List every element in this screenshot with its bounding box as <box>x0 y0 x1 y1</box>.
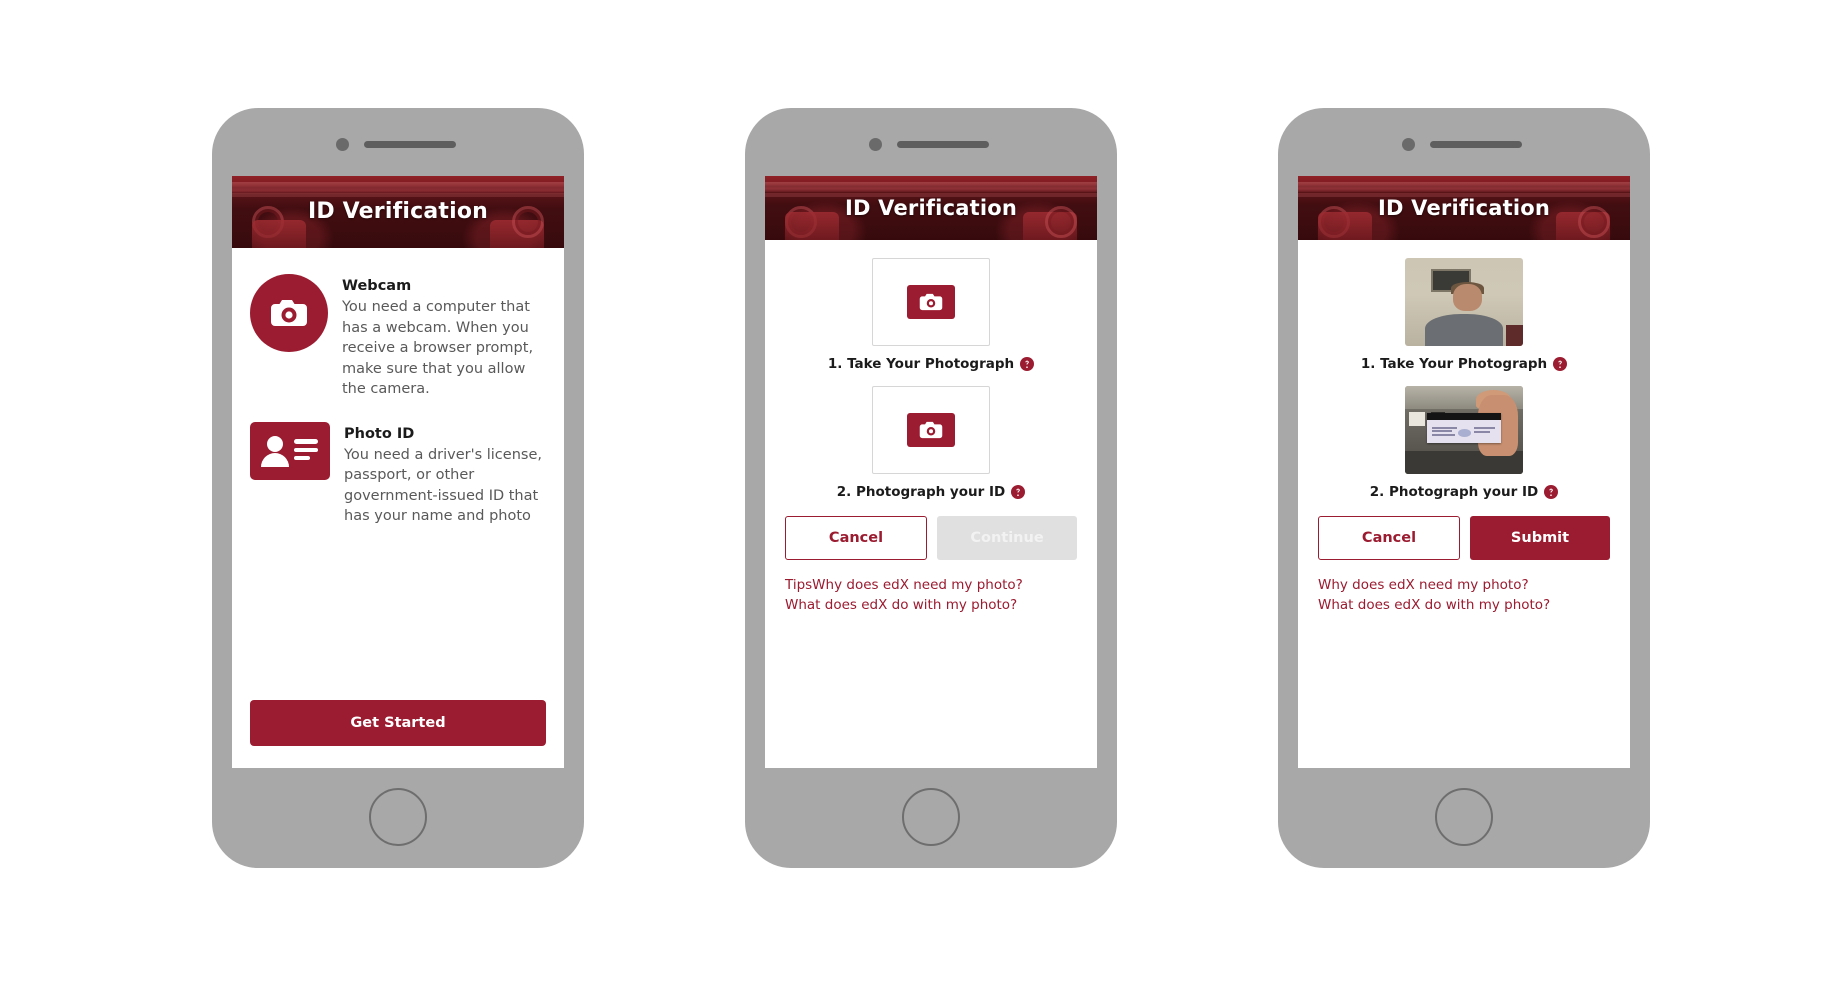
app-header-banner: ID Verification <box>232 176 564 248</box>
capture-step-label: 2. Photograph your ID <box>836 484 1006 500</box>
capture-step-label-row: 2. Photograph your ID <box>783 484 1079 500</box>
help-links: TipsWhy does edX need my photo? What doe… <box>783 576 1079 615</box>
card-text-line <box>1474 427 1495 430</box>
link-what-edx-does-with-photo[interactable]: What does edX do with my photo? <box>1318 596 1612 616</box>
earpiece-speaker-icon <box>364 141 456 148</box>
cancel-button[interactable]: Cancel <box>1318 516 1460 560</box>
requirement-title: Photo ID <box>344 425 415 442</box>
phone-mockup-intro: ID Verification Webcam You need a comput… <box>212 108 584 868</box>
phone-mockup-capture-empty: ID Verification 1. Take Your Photograph … <box>745 108 1117 868</box>
photograph-id-preview[interactable] <box>1405 386 1523 474</box>
card-text-line <box>1431 433 1456 436</box>
front-camera-icon <box>1402 138 1415 151</box>
window-decoration <box>1408 412 1426 427</box>
take-photograph-preview[interactable] <box>1405 258 1523 346</box>
capture-step-label-row: 1. Take Your Photograph <box>1316 356 1612 372</box>
link-why-edx-needs-photo[interactable]: Why does edX need my photo? <box>1318 576 1612 596</box>
earpiece-speaker-icon <box>897 141 989 148</box>
photograph-id-capture-area[interactable] <box>872 386 990 474</box>
front-camera-icon <box>336 138 349 151</box>
camera-icon <box>907 413 955 447</box>
page-title: ID Verification <box>1377 196 1551 220</box>
person-torso-decoration <box>1425 314 1503 346</box>
link-why-edx-needs-photo[interactable]: TipsWhy does edX need my photo? <box>785 576 1079 596</box>
drivers-license-decoration <box>1427 413 1501 444</box>
screen-capture-filled: ID Verification 1. Take Your Photograph … <box>1298 176 1630 768</box>
cancel-button[interactable]: Cancel <box>785 516 927 560</box>
capture-step-photograph: 1. Take Your Photograph <box>1316 258 1612 372</box>
camera-icon <box>250 274 328 352</box>
page-title: ID Verification <box>844 196 1018 220</box>
capture-step-label: 2. Photograph your ID <box>1369 484 1539 500</box>
help-icon[interactable] <box>1020 357 1035 371</box>
requirement-photo-id-text: Photo ID You need a driver's license, pa… <box>344 422 546 527</box>
continue-button[interactable]: Continue <box>937 516 1077 560</box>
capture-step-label: 1. Take Your Photograph <box>827 356 1015 372</box>
camera-icon <box>907 285 955 319</box>
requirement-description: You need a computer that has a webcam. W… <box>342 299 534 397</box>
card-seal-decoration <box>1458 429 1472 438</box>
page-title: ID Verification <box>307 199 489 224</box>
screen-capture-empty: ID Verification 1. Take Your Photograph … <box>765 176 1097 768</box>
requirement-webcam-text: Webcam You need a computer that has a we… <box>342 274 546 400</box>
app-header-banner: ID Verification <box>765 176 1097 240</box>
capture-step-id: 2. Photograph your ID <box>783 386 1079 500</box>
take-photograph-capture-area[interactable] <box>872 258 990 346</box>
capture-step-photograph: 1. Take Your Photograph <box>783 258 1079 372</box>
help-icon[interactable] <box>1553 357 1568 371</box>
id-card-photo <box>1405 386 1523 474</box>
link-what-edx-does-with-photo[interactable]: What does edX do with my photo? <box>785 596 1079 616</box>
card-text-line <box>1431 430 1453 433</box>
front-camera-icon <box>869 138 882 151</box>
person-head-decoration <box>1453 284 1482 311</box>
requirement-photo-id: Photo ID You need a driver's license, pa… <box>250 421 546 527</box>
capture-step-label: 1. Take Your Photograph <box>1360 356 1548 372</box>
photo-id-card-icon <box>250 421 330 480</box>
card-text-line <box>1474 430 1491 433</box>
phone-mockup-capture-filled: ID Verification 1. Take Your Photograph … <box>1278 108 1650 868</box>
capture-content: 1. Take Your Photograph 2. Photograph yo… <box>1298 240 1630 768</box>
home-button[interactable] <box>902 788 960 846</box>
get-started-button[interactable]: Get Started <box>250 700 546 746</box>
submit-button[interactable]: Submit <box>1470 516 1610 560</box>
screenshot-canvas: ID Verification Webcam You need a comput… <box>0 0 1840 987</box>
action-button-row: Cancel Submit <box>1316 516 1612 560</box>
action-button-row: Cancel Continue <box>783 516 1079 560</box>
help-icon[interactable] <box>1544 485 1559 499</box>
capture-step-id: 2. Photograph your ID <box>1316 386 1612 500</box>
earpiece-speaker-icon <box>1430 141 1522 148</box>
home-button[interactable] <box>1435 788 1493 846</box>
requirement-description: You need a driver's license, passport, o… <box>344 446 542 525</box>
capture-content: 1. Take Your Photograph 2. Photograph yo… <box>765 240 1097 768</box>
help-links: Why does edX need my photo? What does ed… <box>1316 576 1612 615</box>
capture-step-label-row: 2. Photograph your ID <box>1316 484 1612 500</box>
background-shadow-decoration <box>1506 324 1523 346</box>
help-icon[interactable] <box>1011 485 1026 499</box>
home-button[interactable] <box>369 788 427 846</box>
capture-step-label-row: 1. Take Your Photograph <box>783 356 1079 372</box>
app-header-banner: ID Verification <box>1298 176 1630 240</box>
requirement-webcam: Webcam You need a computer that has a we… <box>250 274 546 400</box>
selfie-photo <box>1405 258 1523 346</box>
requirement-title: Webcam <box>342 278 412 294</box>
card-text-line <box>1431 427 1457 430</box>
screen-intro: ID Verification Webcam You need a comput… <box>232 176 564 768</box>
intro-content: Webcam You need a computer that has a we… <box>232 248 564 768</box>
